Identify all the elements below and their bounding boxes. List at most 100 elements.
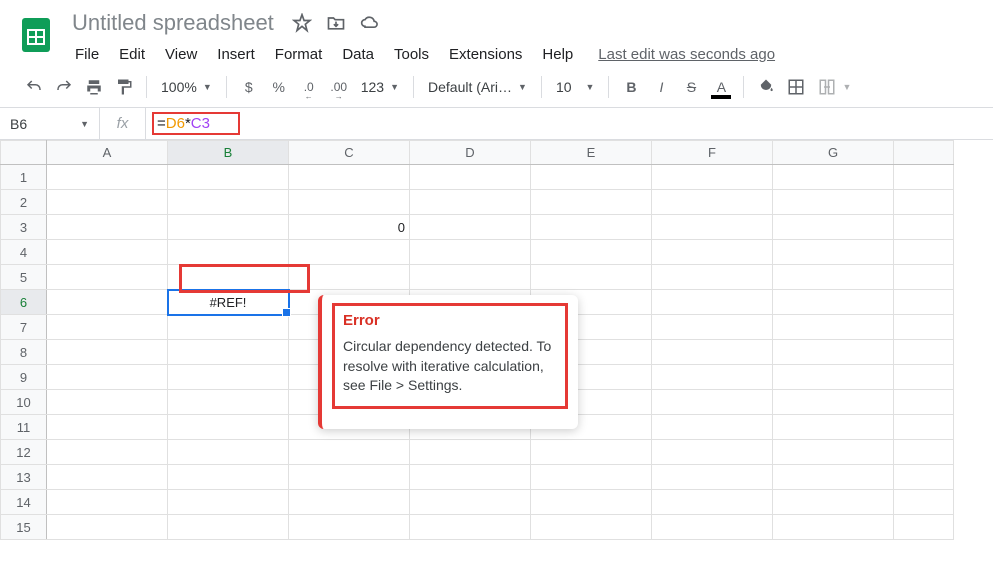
number-format-dropdown[interactable]: 123▼ — [355, 73, 405, 101]
cell-F8[interactable] — [652, 340, 773, 365]
cell-extra-8[interactable] — [894, 340, 954, 365]
cell-B13[interactable] — [168, 465, 289, 490]
increase-decimal-button[interactable]: .00→ — [325, 73, 353, 101]
cell-extra-4[interactable] — [894, 240, 954, 265]
document-title[interactable]: Untitled spreadsheet — [66, 8, 280, 38]
redo-button[interactable] — [50, 73, 78, 101]
cell-C14[interactable] — [289, 490, 410, 515]
cell-D1[interactable] — [410, 165, 531, 190]
row-header-14[interactable]: 14 — [1, 490, 47, 515]
cell-A15[interactable] — [47, 515, 168, 540]
sheets-logo-icon[interactable] — [16, 14, 56, 54]
cell-G15[interactable] — [773, 515, 894, 540]
cell-C2[interactable] — [289, 190, 410, 215]
cell-F14[interactable] — [652, 490, 773, 515]
last-edit-link[interactable]: Last edit was seconds ago — [598, 46, 775, 63]
row-header-7[interactable]: 7 — [1, 315, 47, 340]
cell-D3[interactable] — [410, 215, 531, 240]
cell-D15[interactable] — [410, 515, 531, 540]
cell-extra-10[interactable] — [894, 390, 954, 415]
cell-C5[interactable] — [289, 265, 410, 290]
cell-extra-7[interactable] — [894, 315, 954, 340]
col-header-D[interactable]: D — [410, 141, 531, 165]
decrease-decimal-button[interactable]: .0← — [295, 73, 323, 101]
menu-insert[interactable]: Insert — [208, 42, 264, 67]
cell-G12[interactable] — [773, 440, 894, 465]
cell-F5[interactable] — [652, 265, 773, 290]
cell-A6[interactable] — [47, 290, 168, 315]
col-header-B[interactable]: B — [168, 141, 289, 165]
cell-B9[interactable] — [168, 365, 289, 390]
paint-format-button[interactable] — [110, 73, 138, 101]
cell-G2[interactable] — [773, 190, 894, 215]
italic-button[interactable]: I — [647, 73, 675, 101]
borders-button[interactable] — [782, 73, 810, 101]
percent-button[interactable]: % — [265, 73, 293, 101]
cell-E5[interactable] — [531, 265, 652, 290]
cell-F11[interactable] — [652, 415, 773, 440]
text-color-button[interactable]: A — [707, 73, 735, 101]
cell-C15[interactable] — [289, 515, 410, 540]
cell-C13[interactable] — [289, 465, 410, 490]
print-button[interactable] — [80, 73, 108, 101]
menu-extensions[interactable]: Extensions — [440, 42, 531, 67]
menu-format[interactable]: Format — [266, 42, 332, 67]
cell-G14[interactable] — [773, 490, 894, 515]
cell-extra-15[interactable] — [894, 515, 954, 540]
move-icon[interactable] — [326, 13, 346, 33]
row-header-15[interactable]: 15 — [1, 515, 47, 540]
select-all-corner[interactable] — [1, 141, 47, 165]
cell-F12[interactable] — [652, 440, 773, 465]
merge-cells-button[interactable]: ▼ — [812, 73, 857, 101]
cell-F1[interactable] — [652, 165, 773, 190]
cell-F3[interactable] — [652, 215, 773, 240]
cell-extra-3[interactable] — [894, 215, 954, 240]
cell-G4[interactable] — [773, 240, 894, 265]
cell-D5[interactable] — [410, 265, 531, 290]
cell-E13[interactable] — [531, 465, 652, 490]
cell-E3[interactable] — [531, 215, 652, 240]
cell-B12[interactable] — [168, 440, 289, 465]
strikethrough-button[interactable]: S — [677, 73, 705, 101]
cloud-status-icon[interactable] — [360, 13, 380, 33]
row-header-4[interactable]: 4 — [1, 240, 47, 265]
row-header-9[interactable]: 9 — [1, 365, 47, 390]
cell-E15[interactable] — [531, 515, 652, 540]
bold-button[interactable]: B — [617, 73, 645, 101]
cell-F13[interactable] — [652, 465, 773, 490]
cell-A5[interactable] — [47, 265, 168, 290]
cell-extra-1[interactable] — [894, 165, 954, 190]
cell-extra-12[interactable] — [894, 440, 954, 465]
cell-B15[interactable] — [168, 515, 289, 540]
cell-B5[interactable] — [168, 265, 289, 290]
cell-G11[interactable] — [773, 415, 894, 440]
row-header-12[interactable]: 12 — [1, 440, 47, 465]
cell-A14[interactable] — [47, 490, 168, 515]
cell-E2[interactable] — [531, 190, 652, 215]
cell-C12[interactable] — [289, 440, 410, 465]
cell-G13[interactable] — [773, 465, 894, 490]
cell-F9[interactable] — [652, 365, 773, 390]
cell-G8[interactable] — [773, 340, 894, 365]
cell-C4[interactable] — [289, 240, 410, 265]
cell-B2[interactable] — [168, 190, 289, 215]
cell-B1[interactable] — [168, 165, 289, 190]
cell-F10[interactable] — [652, 390, 773, 415]
zoom-dropdown[interactable]: 100%▼ — [155, 73, 218, 101]
cell-extra-6[interactable] — [894, 290, 954, 315]
currency-button[interactable]: $ — [235, 73, 263, 101]
col-header-A[interactable]: A — [47, 141, 168, 165]
col-header-E[interactable]: E — [531, 141, 652, 165]
name-box[interactable]: B6▼ — [0, 108, 100, 139]
cell-F15[interactable] — [652, 515, 773, 540]
cell-A9[interactable] — [47, 365, 168, 390]
cell-extra-14[interactable] — [894, 490, 954, 515]
fill-color-button[interactable] — [752, 73, 780, 101]
cell-A10[interactable] — [47, 390, 168, 415]
cell-A4[interactable] — [47, 240, 168, 265]
formula-input[interactable]: =D6*C3 — [146, 108, 993, 139]
undo-button[interactable] — [20, 73, 48, 101]
cell-A12[interactable] — [47, 440, 168, 465]
cell-A1[interactable] — [47, 165, 168, 190]
row-header-10[interactable]: 10 — [1, 390, 47, 415]
